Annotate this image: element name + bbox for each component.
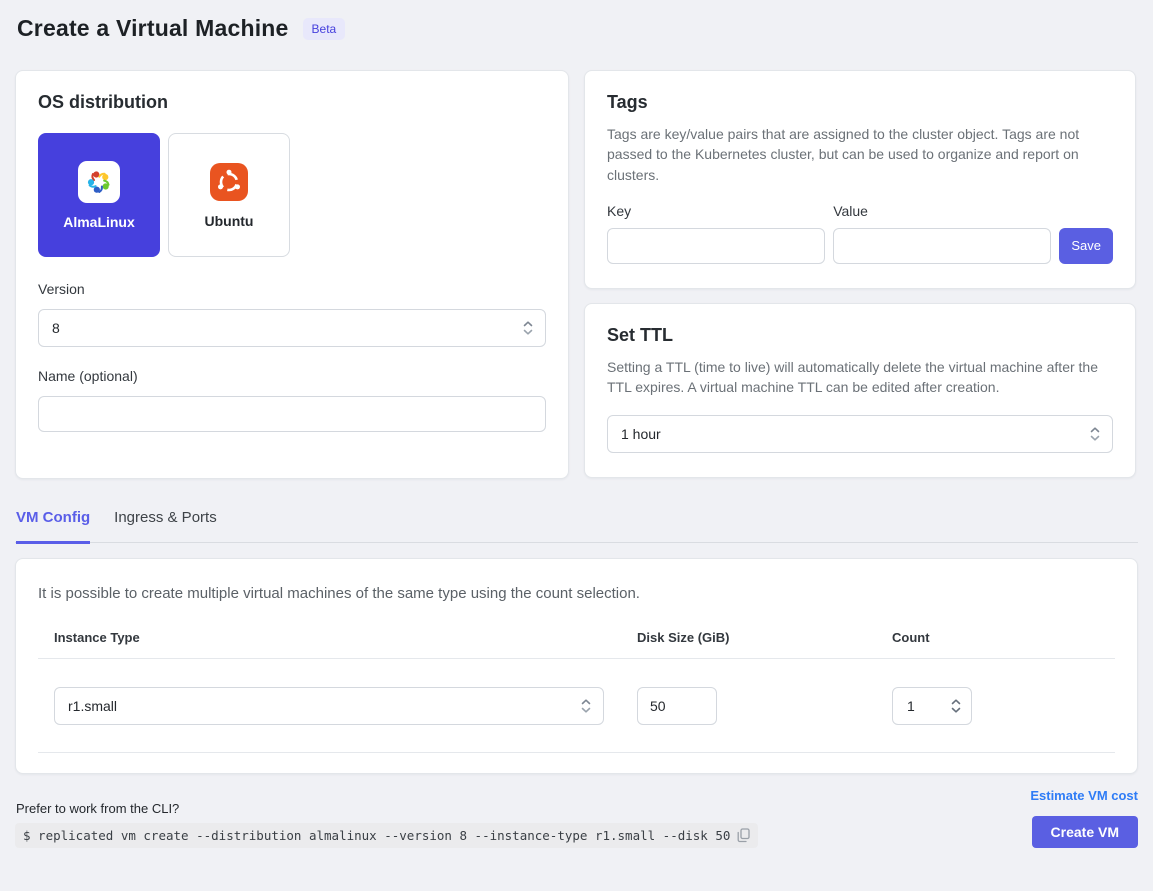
ttl-card-description: Setting a TTL (time to live) will automa… (607, 357, 1113, 398)
vm-table-row: r1.small (38, 659, 1115, 753)
version-select[interactable]: 8 (38, 309, 546, 347)
chevron-updown-icon (950, 697, 962, 715)
tag-value-label: Value (833, 203, 1051, 219)
name-label: Name (optional) (38, 368, 546, 384)
count-stepper[interactable] (892, 687, 972, 725)
os-tile-row: AlmaLinux Ubuntu (38, 133, 546, 257)
vm-config-card: It is possible to create multiple virtua… (15, 558, 1138, 774)
right-column: Tags Tags are key/value pairs that are a… (584, 70, 1136, 479)
name-input[interactable] (38, 396, 546, 432)
column-header-disk-size: Disk Size (GiB) (637, 630, 892, 645)
instance-type-select[interactable]: r1.small (54, 687, 604, 725)
tags-card-title: Tags (607, 92, 1113, 113)
tag-fields: Key Value Save (607, 203, 1113, 264)
tag-value-field: Value (833, 203, 1051, 264)
cli-command-bar: $ replicated vm create --distribution al… (15, 823, 758, 848)
chevron-updown-icon (580, 698, 592, 714)
vm-table-header: Instance Type Disk Size (GiB) Count (38, 630, 1115, 659)
vm-config-intro: It is possible to create multiple virtua… (38, 585, 1115, 602)
ubuntu-icon (209, 162, 249, 202)
os-tile-ubuntu[interactable]: Ubuntu (168, 133, 290, 257)
ttl-card-title: Set TTL (607, 325, 1113, 346)
disk-size-cell (637, 687, 892, 725)
column-header-instance-type: Instance Type (54, 630, 637, 645)
disk-size-input[interactable] (637, 687, 717, 725)
tags-card-description: Tags are key/value pairs that are assign… (607, 124, 1113, 185)
top-section: OS distribution AlmaLinux (15, 70, 1138, 479)
cli-command-text: $ replicated vm create --distribution al… (23, 828, 730, 843)
instance-type-value: r1.small (68, 698, 117, 714)
tags-card: Tags Tags are key/value pairs that are a… (584, 70, 1136, 289)
beta-badge: Beta (303, 18, 346, 40)
cli-block: Prefer to work from the CLI? $ replicate… (15, 801, 758, 848)
tag-key-label: Key (607, 203, 825, 219)
column-header-count: Count (892, 630, 1115, 645)
tab-bar: VM Config Ingress & Ports (15, 505, 1138, 543)
os-card-title: OS distribution (38, 92, 546, 113)
os-tile-almalinux[interactable]: AlmaLinux (38, 133, 160, 257)
estimate-vm-cost-link[interactable]: Estimate VM cost (1030, 788, 1138, 803)
page-title: Create a Virtual Machine (17, 15, 289, 42)
chevron-updown-icon (1089, 426, 1101, 442)
copy-icon[interactable] (737, 828, 750, 843)
save-tag-button[interactable]: Save (1059, 228, 1113, 264)
ttl-select[interactable]: 1 hour (607, 415, 1113, 453)
tag-key-input[interactable] (607, 228, 825, 264)
page-header: Create a Virtual Machine Beta (15, 15, 1138, 42)
version-select-value: 8 (52, 320, 60, 336)
os-tile-label: Ubuntu (205, 213, 254, 229)
tab-ingress-ports[interactable]: Ingress & Ports (114, 505, 217, 544)
os-tile-label: AlmaLinux (63, 214, 135, 230)
instance-type-cell: r1.small (54, 687, 637, 725)
cli-prompt: Prefer to work from the CLI? (15, 801, 758, 816)
chevron-updown-icon (522, 320, 534, 336)
footer: Prefer to work from the CLI? $ replicate… (15, 788, 1138, 848)
vm-table: Instance Type Disk Size (GiB) Count r1.s… (38, 630, 1115, 753)
set-ttl-card: Set TTL Setting a TTL (time to live) wil… (584, 303, 1136, 479)
version-label: Version (38, 281, 546, 297)
footer-actions: Estimate VM cost Create VM (1030, 788, 1138, 848)
create-vm-button[interactable]: Create VM (1032, 816, 1138, 848)
ttl-select-value: 1 hour (621, 426, 661, 442)
tab-vm-config[interactable]: VM Config (16, 505, 90, 544)
os-distribution-card: OS distribution AlmaLinux (15, 70, 569, 479)
almalinux-icon (78, 161, 120, 203)
tag-value-input[interactable] (833, 228, 1051, 264)
tag-key-field: Key (607, 203, 825, 264)
count-cell (892, 687, 1115, 725)
